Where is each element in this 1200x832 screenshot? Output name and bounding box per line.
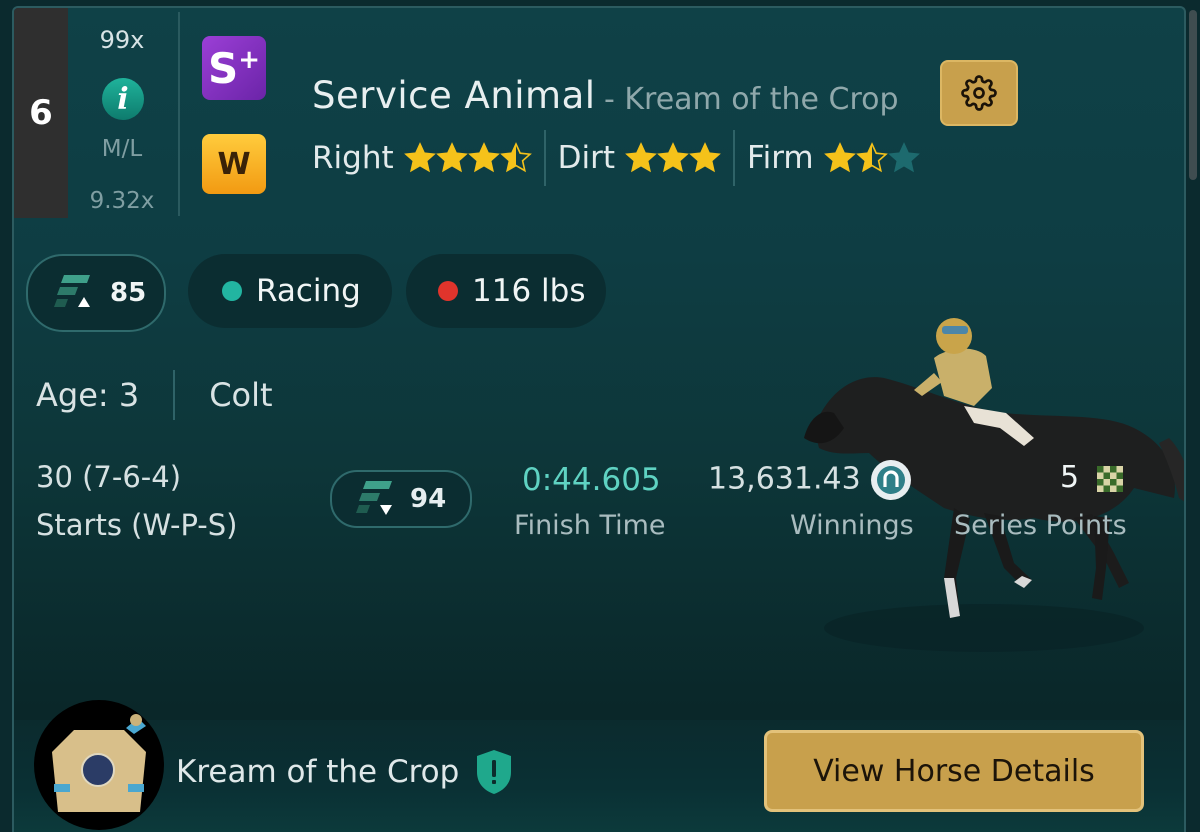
settings-button[interactable] — [940, 60, 1018, 126]
pref-direction: Right — [312, 140, 532, 176]
horse-card: 6 99x i M/L 9.32x S + W Service Animal - … — [12, 6, 1186, 832]
series-points-amount: 5 — [1060, 460, 1080, 495]
pref-label: Firm — [747, 140, 814, 176]
star-icon — [467, 142, 500, 173]
pref-label: Dirt — [557, 140, 616, 176]
class-badge: S + — [202, 36, 266, 100]
sex: Colt — [209, 376, 273, 414]
star-icon — [855, 142, 888, 173]
finish-time: 0:44.605 — [522, 462, 661, 498]
star-rating — [403, 142, 532, 174]
star-icon — [689, 142, 721, 173]
speed-rating-pill: 94 — [330, 470, 472, 528]
track-preferences: Right Dirt Firm — [312, 130, 920, 186]
weight-pill: 116 lbs — [406, 254, 606, 328]
silks-image — [52, 714, 146, 812]
age: Age: 3 — [36, 376, 140, 414]
star-icon — [823, 142, 856, 173]
finish-time-label: Finish Time — [514, 510, 666, 541]
status-label: Racing — [256, 273, 361, 309]
checkered-flag-icon — [1096, 465, 1123, 492]
starts-label: Starts (W-P-S) — [36, 508, 238, 542]
weight-label: 116 lbs — [472, 273, 586, 309]
divider — [173, 370, 176, 420]
status-pill: Racing — [188, 254, 392, 328]
star-rating — [823, 142, 920, 174]
star-icon — [499, 142, 532, 173]
starts-record: 30 (7-6-4) — [36, 460, 182, 494]
star-icon — [887, 142, 920, 173]
pref-label: Right — [312, 140, 394, 176]
horseshoe-coin-icon — [870, 460, 911, 500]
age-sex-row: Age: 3 Colt — [36, 370, 273, 420]
series-points-value: 5 — [1060, 460, 1123, 495]
odds-column: 99x i M/L 9.32x — [68, 8, 176, 218]
owner-subtitle: - Kream of the Crop — [604, 82, 899, 117]
horse-name: Service Animal — [312, 74, 596, 117]
rating-up-icon — [54, 275, 90, 307]
rating-pill[interactable]: 85 — [26, 254, 166, 332]
winnings-value: 13,631.43 — [708, 460, 911, 500]
divider — [543, 130, 546, 186]
pref-surface: Dirt — [558, 140, 721, 176]
view-horse-details-button[interactable]: View Horse Details — [764, 730, 1144, 812]
owner-name[interactable]: Kream of the Crop — [176, 754, 459, 790]
morning-line-label: M/L — [101, 136, 143, 162]
shield-alert-icon[interactable] — [474, 748, 514, 796]
pref-condition: Firm — [747, 140, 920, 176]
star-icon — [657, 142, 689, 173]
winnings-label: Winnings — [790, 510, 914, 541]
winnings-amount: 13,631.43 — [708, 461, 861, 497]
gear-icon — [961, 75, 997, 111]
star-icon — [435, 142, 468, 173]
weight-dot — [438, 281, 458, 301]
owner-silks-avatar[interactable] — [34, 700, 164, 830]
speed-rating-value: 94 — [410, 484, 447, 514]
star-icon — [625, 142, 657, 173]
series-points-label: Series Points — [954, 510, 1127, 541]
star-rating — [625, 142, 721, 174]
rating-down-icon — [356, 481, 392, 515]
star-icon — [403, 142, 436, 173]
post-position: 6 — [14, 8, 68, 218]
divider — [733, 130, 736, 186]
rating-value: 85 — [110, 278, 147, 308]
current-odds: 99x — [99, 26, 145, 54]
scrollbar[interactable] — [1189, 10, 1197, 180]
status-dot — [222, 281, 242, 301]
info-icon[interactable]: i — [102, 78, 144, 120]
divider — [178, 12, 180, 216]
morning-line-odds: 9.32x — [89, 188, 155, 214]
weather-badge: W — [202, 134, 266, 194]
